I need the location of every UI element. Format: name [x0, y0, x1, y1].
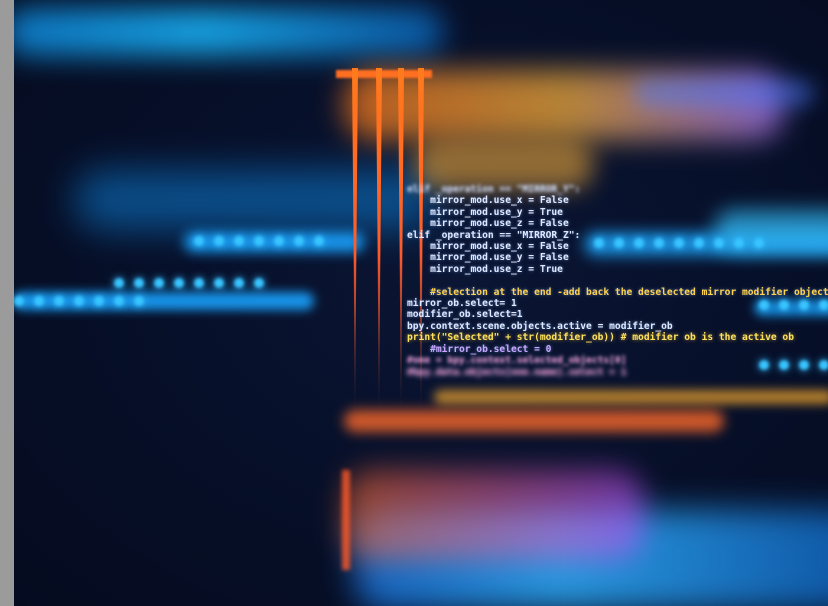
- code-comment: #bpy.data.objects[one.name].select = 1: [407, 366, 627, 378]
- code-comment: #mirror_ob.select = 0: [407, 343, 552, 355]
- orange-light-streak: [344, 470, 644, 560]
- orange-light-streak: [434, 390, 828, 404]
- bokeh-dots: [194, 236, 324, 246]
- code-line: mirror_ob.select= 1: [407, 298, 517, 310]
- code-comment: #selection at the end -add back the dese…: [407, 286, 828, 298]
- code-line: elif _operation == "MIRROR_Y":: [407, 184, 581, 195]
- orange-bar: [342, 470, 350, 570]
- blue-light-streak: [14, 8, 444, 56]
- code-listing: elif _operation == "MIRROR_Y": mirror_mo…: [407, 184, 828, 378]
- code-line: mirror_mod.use_x = False: [407, 195, 569, 207]
- code-line: mirror_mod.use_y = True: [407, 206, 563, 218]
- code-line: bpy.context.scene.objects.active = modif…: [407, 320, 673, 332]
- code-line: print("Selected" + str(modifier_ob)) # m…: [407, 332, 794, 344]
- code-comment: #ome = bpy.context.selected_objects[0]: [407, 355, 627, 367]
- orange-beam: [398, 68, 404, 408]
- code-line: mirror_mod.use_z = True: [407, 263, 563, 275]
- orange-beam: [376, 68, 382, 408]
- orange-beam: [352, 68, 358, 408]
- bokeh-dots: [114, 278, 264, 288]
- purple-light-streak: [634, 80, 814, 106]
- code-line: mirror_mod.use_z = False: [407, 218, 569, 230]
- code-photo: elif _operation == "MIRROR_Y": mirror_mo…: [14, 0, 828, 606]
- code-line: modifier_ob.select=1: [407, 309, 523, 321]
- code-line: mirror_mod.use_y = False: [407, 252, 569, 264]
- code-line: mirror_mod.use_x = False: [407, 241, 569, 253]
- code-line: elif _operation == "MIRROR_Z":: [407, 229, 581, 241]
- bokeh-dots: [14, 296, 144, 306]
